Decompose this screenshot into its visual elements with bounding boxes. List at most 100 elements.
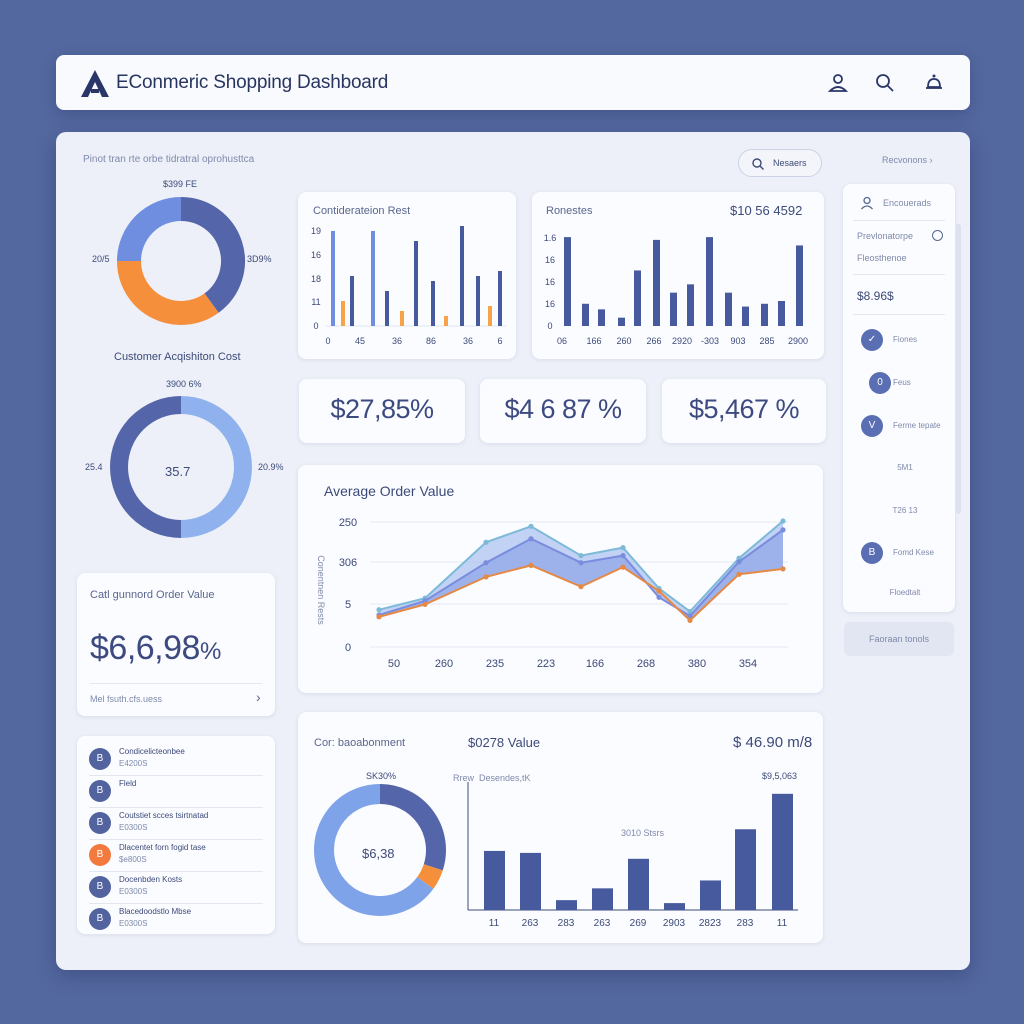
- list-item-title: Condicelicteonbee: [119, 747, 185, 756]
- list-item-icon: B: [89, 748, 111, 770]
- list-item[interactable]: B Docenbden Kosts E0300S: [77, 872, 275, 904]
- kpi-card-3: $5,467 %: [662, 379, 826, 443]
- list-item[interactable]: B Dlacentet forn fogid tase $e800S: [77, 840, 275, 872]
- bar1-bar: [460, 226, 464, 326]
- bar3-x-tick: 2903: [663, 918, 686, 929]
- aov-y-tick: 5: [345, 599, 351, 611]
- app-title: EConmeric Shopping Dashboard: [116, 72, 389, 93]
- bar1-bar: [371, 231, 375, 326]
- bar3-x-tick: 263: [522, 918, 539, 929]
- user-icon[interactable]: [826, 71, 850, 95]
- right-panel-item-label: Ferme tepate: [893, 421, 941, 430]
- bar2-x-tick: 285: [759, 336, 774, 346]
- search-icon: [752, 158, 764, 170]
- aov-point: [528, 536, 534, 542]
- list-item[interactable]: B Blacedoodstlo Mbse E0300S: [77, 904, 275, 936]
- bar2-bar: [796, 245, 803, 326]
- bar2-x-tick: 260: [616, 336, 631, 346]
- aov-x-tick: 50: [388, 658, 400, 670]
- bar2-bar: [687, 284, 694, 326]
- aov-point: [483, 539, 489, 545]
- bell-icon[interactable]: [922, 71, 946, 95]
- list-item-icon: B: [89, 812, 111, 834]
- aov-point: [483, 574, 489, 580]
- bar1-bar-accent: [341, 301, 345, 326]
- bar3-bar: [735, 829, 756, 910]
- chevron-right-icon[interactable]: ›: [256, 689, 261, 705]
- kpi-card-1: $27,85%: [299, 379, 465, 443]
- user-icon: [861, 196, 873, 210]
- list-item-title: Blacedoodstlo Mbse: [119, 907, 192, 916]
- right-panel-item[interactable]: T26 13: [843, 500, 955, 524]
- bar2-bar: [634, 270, 641, 326]
- list-item[interactable]: B Condicelicteonbee E4200S: [77, 744, 275, 776]
- right-panel-line2: Fleosthenoe: [857, 253, 907, 263]
- aov-point: [687, 617, 693, 623]
- aov-x-tick: 354: [739, 658, 757, 670]
- bar3-bar: [628, 858, 649, 910]
- donut2-center-value: 35.7: [165, 464, 191, 479]
- bar1-bar: [476, 276, 480, 326]
- donut2-right-label: 20.9%: [258, 462, 284, 472]
- order-value-link[interactable]: Mel fsuth.cfs.uess: [90, 694, 162, 704]
- right-panel-item-icon: ✓: [861, 329, 883, 351]
- list-item-sub: E0300S: [119, 919, 148, 928]
- aov-point: [780, 518, 786, 524]
- list-item-sub: $e800S: [119, 855, 147, 864]
- aov-point: [376, 607, 382, 613]
- right-panel-item[interactable]: 0 Feus: [843, 372, 955, 396]
- kpi-value-1: $27,85%: [330, 394, 434, 424]
- bar2-x-tick: 2920: [672, 336, 692, 346]
- bar1-x-tick: 0: [325, 336, 330, 346]
- bar1-y-tick: 19: [311, 226, 321, 236]
- bar3-x-tick: 11: [489, 918, 500, 929]
- right-panel-item[interactable]: Floedtalt: [843, 582, 955, 606]
- aov-point: [656, 588, 662, 594]
- aov-point: [656, 594, 662, 600]
- aov-point: [620, 552, 626, 559]
- bar1-bar-accent: [488, 306, 492, 326]
- right-panel-item-icon: V: [861, 415, 883, 437]
- list-item[interactable]: B Coutstiet scces tsirtnatad E0300S: [77, 808, 275, 840]
- right-panel-item[interactable]: ✓ Fiones: [843, 329, 955, 353]
- aov-point: [483, 560, 489, 566]
- donut1-slice: [117, 260, 219, 325]
- bar-chart-2-card: Ronestes $10 56 4592 1.6 16 16 16 0 06 166 260 2…: [532, 192, 824, 359]
- bar2-y-tick: 1.6: [544, 233, 557, 243]
- bar1-bar: [350, 276, 354, 326]
- right-panel-item[interactable]: B Fomd Kese: [843, 542, 955, 566]
- recommendations-link[interactable]: Recvonons ›: [882, 155, 933, 165]
- bar1-bar: [414, 241, 418, 326]
- search-pill[interactable]: Nesaers: [738, 149, 822, 177]
- bar1-bar: [498, 271, 502, 326]
- radio-icon[interactable]: [932, 230, 943, 241]
- top-bar: EConmeric Shopping Dashboard: [56, 55, 970, 110]
- list-item-sub: E0300S: [119, 823, 148, 832]
- right-panel-item[interactable]: V Ferme tepate: [843, 415, 955, 439]
- scrollbar[interactable]: [956, 224, 961, 514]
- bar1-x-tick: 45: [355, 336, 365, 346]
- bar3-x-tick: 263: [594, 918, 611, 929]
- right-panel-item[interactable]: 5M1: [843, 457, 955, 481]
- right-panel-button[interactable]: Faoraan tonols: [844, 622, 954, 656]
- bar3-bar: [556, 900, 577, 910]
- list-item-sub: E0300S: [119, 887, 148, 896]
- bar2-bar: [761, 303, 768, 326]
- search-icon[interactable]: [873, 71, 897, 95]
- bar1-x-tick: 36: [463, 336, 473, 346]
- aov-card: Average Order Value Conentnen Rests 250 3…: [298, 465, 823, 693]
- bar2-bar: [742, 306, 749, 326]
- aov-point: [620, 545, 626, 551]
- kpi-value-2: $4 6 87 %: [504, 394, 622, 424]
- bar3-bar: [520, 852, 541, 910]
- list-item-title: Dlacentet forn fogid tase: [119, 843, 206, 852]
- bar1-bar: [385, 291, 389, 326]
- bar3-x-tick: 2823: [699, 918, 722, 929]
- aov-line-chart: 2503065050 260 235 223 166 268 380 354: [339, 517, 788, 670]
- bar-chart-1-card: Contiderateion Rest 19 16 18 11 0 0 45 36 86 36 6: [298, 192, 516, 359]
- aov-point: [620, 564, 626, 570]
- list-item[interactable]: B Fleld: [77, 776, 275, 808]
- main-panel: Pinot tran rte orbe tidratral oprohusttc…: [56, 132, 970, 970]
- list-item-icon: B: [89, 844, 111, 866]
- aov-y-tick: 250: [339, 517, 357, 529]
